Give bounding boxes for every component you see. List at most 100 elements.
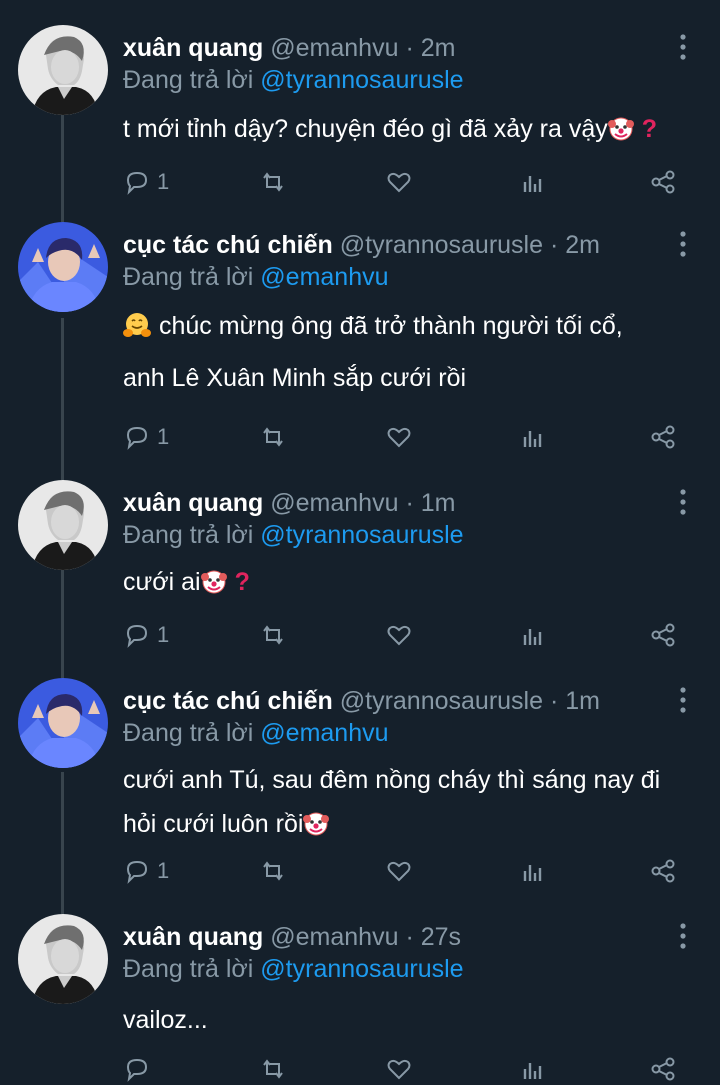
reply-button[interactable]: [123, 1052, 157, 1085]
analytics-button[interactable]: [519, 165, 547, 199]
retweet-icon: [263, 861, 283, 881]
display-name[interactable]: cục tác chú chiến: [123, 231, 333, 259]
dot-separator: ·: [405, 34, 414, 62]
reply-label: Đang trả lời: [123, 719, 254, 747]
reply-label: Đang trả lời: [123, 521, 254, 549]
tweet[interactable]: xuân quang @emanhvu · 2m Đang trả lời @t…: [0, 25, 720, 215]
red-question-icon: ?: [234, 568, 250, 596]
timestamp[interactable]: 2m: [565, 231, 600, 259]
tweet-actions: 1: [123, 854, 683, 888]
retweet-button[interactable]: [259, 1052, 287, 1085]
reply-mention-link[interactable]: @emanhvu: [260, 719, 388, 747]
like-button[interactable]: [385, 1052, 413, 1085]
avatar[interactable]: [18, 678, 108, 768]
share-button[interactable]: [649, 165, 677, 199]
reply-mention-link[interactable]: @tyrannosaurusle: [260, 955, 463, 983]
tweet-text-line: t mới tỉnh dậy? chuyện đéo gì đã xảy ra …: [123, 115, 608, 143]
reply-button[interactable]: 1: [123, 618, 169, 652]
avatar[interactable]: [18, 222, 108, 312]
share-button[interactable]: [649, 1052, 677, 1085]
more-options-icon[interactable]: [674, 922, 692, 950]
reply-mention-link[interactable]: @tyrannosaurusle: [260, 521, 463, 549]
avatar-blue-portrait-icon: [18, 678, 108, 768]
tweet-actions: 1: [123, 618, 683, 652]
reply-label: Đang trả lời: [123, 66, 254, 94]
display-name[interactable]: xuân quang: [123, 34, 263, 62]
display-name[interactable]: cục tác chú chiến: [123, 687, 333, 715]
more-options-icon[interactable]: [674, 686, 692, 714]
share-button[interactable]: [649, 854, 677, 888]
share-icon: [651, 425, 675, 449]
dot-separator: ·: [549, 231, 559, 259]
retweet-button[interactable]: [259, 854, 287, 888]
heart-icon: [387, 625, 411, 646]
like-button[interactable]: [385, 165, 413, 199]
more-options-icon[interactable]: [674, 488, 692, 516]
like-button[interactable]: [385, 854, 413, 888]
dot-separator: ·: [549, 687, 559, 715]
avatar[interactable]: [18, 25, 108, 115]
tweet-text: vailoz...: [123, 998, 693, 1042]
analytics-icon: [523, 1063, 542, 1079]
reply-count: 1: [157, 622, 170, 647]
heart-icon: [387, 427, 411, 448]
tweet-actions: 1: [123, 165, 683, 199]
tweet[interactable]: cục tác chú chiến @tyrannosaurusle · 2m …: [0, 222, 720, 472]
like-button[interactable]: [385, 618, 413, 652]
reply-label: Đang trả lời: [123, 955, 254, 983]
tweet-actions: 1: [123, 420, 683, 454]
reply-mention-link[interactable]: @emanhvu: [260, 263, 388, 291]
timestamp[interactable]: 27s: [421, 923, 461, 951]
share-icon: [651, 170, 675, 194]
tweet[interactable]: xuân quang @emanhvu · 1m Đang trả lời @t…: [0, 480, 720, 670]
user-handle[interactable]: @tyrannosaurusle: [340, 687, 543, 715]
share-icon: [651, 1057, 675, 1081]
share-icon: [651, 859, 675, 883]
more-options-icon[interactable]: [674, 230, 692, 258]
replying-to: Đang trả lời @tyrannosaurusle: [123, 954, 464, 984]
reply-icon: [126, 171, 148, 195]
retweet-button[interactable]: [259, 420, 287, 454]
retweet-button[interactable]: [259, 165, 287, 199]
share-button[interactable]: [649, 618, 677, 652]
user-handle[interactable]: @tyrannosaurusle: [340, 231, 543, 259]
user-handle[interactable]: @emanhvu: [270, 923, 398, 951]
retweet-button[interactable]: [259, 618, 287, 652]
avatar-blue-portrait-icon: [18, 222, 108, 312]
display-name[interactable]: xuân quang: [123, 923, 263, 951]
analytics-icon: [523, 865, 542, 881]
avatar[interactable]: [18, 480, 108, 570]
analytics-icon: [523, 629, 542, 645]
tweet-text: chúc mừng ông đã trở thành người tối cổ,…: [123, 304, 693, 400]
tweet-text-line: vailoz...: [123, 1006, 208, 1034]
reply-button[interactable]: 1: [123, 420, 169, 454]
display-name[interactable]: xuân quang: [123, 489, 263, 517]
avatar[interactable]: [18, 914, 108, 1004]
tweet[interactable]: xuân quang @emanhvu · 27s Đang trả lời @…: [0, 914, 720, 1085]
reply-icon: [126, 1058, 148, 1082]
analytics-button[interactable]: [519, 618, 547, 652]
user-handle[interactable]: @emanhvu: [270, 489, 398, 517]
replying-to: Đang trả lời @tyrannosaurusle: [123, 65, 464, 95]
reply-button[interactable]: 1: [123, 165, 169, 199]
more-options-icon[interactable]: [674, 33, 692, 61]
timestamp[interactable]: 2m: [421, 34, 456, 62]
tweet[interactable]: cục tác chú chiến @tyrannosaurusle · 1m …: [0, 678, 720, 908]
timestamp[interactable]: 1m: [421, 489, 456, 517]
avatar-dark-portrait-icon: [18, 25, 108, 115]
analytics-icon: [523, 176, 542, 192]
user-handle[interactable]: @emanhvu: [270, 34, 398, 62]
tweet-text: t mới tỉnh dậy? chuyện đéo gì đã xảy ra …: [123, 107, 693, 151]
timestamp[interactable]: 1m: [565, 687, 600, 715]
reply-button[interactable]: 1: [123, 854, 169, 888]
avatar-dark-portrait-icon: [18, 480, 108, 570]
analytics-button[interactable]: [519, 854, 547, 888]
share-button[interactable]: [649, 420, 677, 454]
reply-icon: [126, 624, 148, 648]
reply-icon: [126, 426, 148, 450]
tweet-text: cưới anh Tú, sau đêm nồng cháy thì sáng …: [123, 758, 693, 846]
analytics-button[interactable]: [519, 1052, 547, 1085]
like-button[interactable]: [385, 420, 413, 454]
reply-mention-link[interactable]: @tyrannosaurusle: [260, 66, 463, 94]
analytics-button[interactable]: [519, 420, 547, 454]
